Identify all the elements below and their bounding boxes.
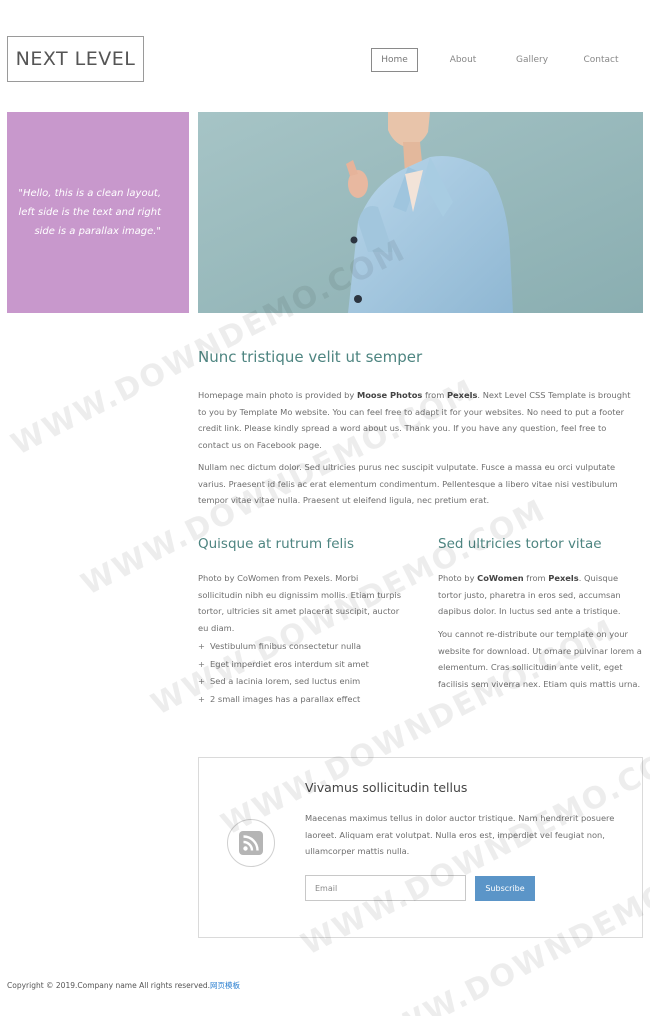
footer: Copyright © 2019.Company name All rights… xyxy=(7,980,240,991)
intro-quote: "Hello, this is a clean layout, left sid… xyxy=(18,184,161,241)
email-field[interactable] xyxy=(305,875,466,901)
text-span: from xyxy=(422,390,447,400)
text-span: Photo by xyxy=(438,573,478,583)
nav-contact[interactable]: Contact xyxy=(577,48,625,72)
hero-image xyxy=(198,112,643,313)
list-item: Vestibulum finibus consectetur nulla xyxy=(198,638,369,656)
credit-moose-photos: Moose Photos xyxy=(356,390,423,400)
feature-list: Vestibulum finibus consectetur nulla Ege… xyxy=(198,638,369,709)
credit-pexels: Pexels xyxy=(446,390,478,400)
left-column-text: Photo by CoWomen from Pexels. Morbi soll… xyxy=(198,573,402,633)
main-title: Nunc tristique velit ut semper xyxy=(198,348,423,366)
credit-cowomen: CoWomen xyxy=(477,573,524,583)
copyright-text: Copyright © 2019.Company name All rights… xyxy=(7,981,211,990)
subscribe-card: Vivamus sollicitudin tellus Maecenas max… xyxy=(198,757,643,938)
subscribe-button[interactable]: Subscribe xyxy=(475,876,535,901)
quote-line: left side is the text and right xyxy=(18,207,161,218)
right-column-title: Sed ultricies tortor vitae xyxy=(438,536,602,552)
footer-link[interactable]: 网页模板 xyxy=(210,981,240,990)
text-span: Homepage main photo is provided by xyxy=(198,390,357,400)
list-item: Sed a lacinia lorem, sed luctus enim xyxy=(198,673,369,691)
intro-quote-panel: "Hello, this is a clean layout, left sid… xyxy=(7,112,189,313)
subscribe-title: Vivamus sollicitudin tellus xyxy=(305,780,468,795)
text-span: from xyxy=(523,573,549,583)
left-column-title: Quisque at rutrum felis xyxy=(198,536,355,552)
hero-woman-photo xyxy=(198,112,643,313)
credit-pexels: Pexels xyxy=(548,573,579,583)
rss-icon xyxy=(227,819,275,867)
nav-gallery[interactable]: Gallery xyxy=(508,48,556,72)
right-column-text-2: You cannot re-distribute our template on… xyxy=(438,629,642,689)
list-item: 2 small images has a parallax effect xyxy=(198,691,369,709)
quote-line: side is a parallax image." xyxy=(34,226,161,237)
nav-home[interactable]: Home xyxy=(371,48,418,72)
quote-line: "Hello, this is a clean layout, xyxy=(18,188,161,199)
intro-paragraph: Homepage main photo is provided by Moose… xyxy=(198,387,634,453)
subscribe-text: Maecenas maximus tellus in dolor auctor … xyxy=(305,813,615,856)
list-item: Eget imperdiet eros interdum sit amet xyxy=(198,656,369,674)
body-paragraph: Nullam nec dictum dolor. Sed ultricies p… xyxy=(198,462,618,505)
nav-about[interactable]: About xyxy=(440,48,486,72)
main-nav: Home About Gallery Contact xyxy=(0,48,650,72)
right-column-text: Photo by CoWomen from Pexels. Quisque to… xyxy=(438,570,643,620)
